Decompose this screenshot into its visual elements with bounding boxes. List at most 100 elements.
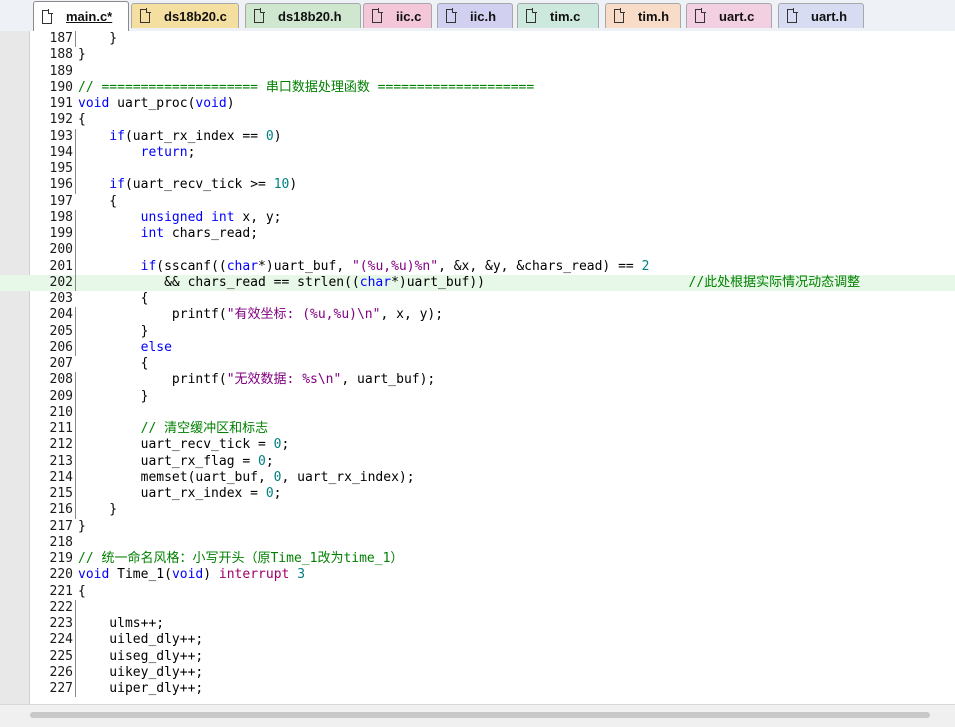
line-number: 192 <box>49 112 73 128</box>
code-text: } <box>78 519 86 535</box>
code-line[interactable]: 219 // 统一命名风格：小写开头（原Time_1改为time_1） <box>0 551 955 567</box>
line-number: 224 <box>49 632 73 648</box>
code-line[interactable]: 203 { <box>0 291 955 307</box>
code-line[interactable]: 197 { <box>0 194 955 210</box>
code-line[interactable]: 193 if(uart_rx_index == 0) <box>0 128 955 145</box>
code-line[interactable]: 225 uiseg_dly++; <box>0 648 955 665</box>
code-line[interactable]: 206 else <box>0 339 955 356</box>
code-line[interactable]: 188} <box>0 47 955 63</box>
code-line[interactable]: 226 uikey_dly++; <box>0 664 955 681</box>
code-editor[interactable]: 187 } 188} 189 190// ==================== 串… <box>0 31 955 704</box>
code-line[interactable]: 201 if(sscanf((char*)uart_buf, "(%u,%u)%… <box>0 258 955 275</box>
code-token: ) <box>289 177 298 193</box>
code-line[interactable]: 210 <box>0 404 955 421</box>
code-line[interactable]: 217} <box>0 519 955 535</box>
tab-uart-h[interactable]: uart.h <box>778 3 864 28</box>
tab-uart-c[interactable]: uart.c <box>686 3 772 28</box>
code-line[interactable]: 205 } <box>0 323 955 340</box>
code-line[interactable]: 195 <box>0 161 955 178</box>
code-line[interactable]: 218 <box>0 535 955 551</box>
line-number: 197 <box>49 193 73 209</box>
code-line[interactable]: 216 } <box>0 502 955 519</box>
code-keyword: void <box>171 567 204 583</box>
code-keyword: if <box>140 258 157 274</box>
tab-ds18b20-c[interactable]: ds18b20.c <box>131 3 239 28</box>
code-line[interactable]: 227 uiper_dly++; <box>0 681 955 698</box>
code-text: uart_rx_index = 0; <box>78 486 282 502</box>
code-line[interactable]: 209 } <box>0 388 955 405</box>
tab-tim-h[interactable]: tim.h <box>605 3 681 28</box>
code-text: { <box>78 356 149 372</box>
code-token: uart_proc( <box>109 96 196 111</box>
tab-ds18b20-h[interactable]: ds18b20.h <box>245 3 361 28</box>
code-token: , uart_rx_index); <box>281 469 415 485</box>
file-icon <box>372 8 383 23</box>
horizontal-scrollbar[interactable] <box>0 704 955 727</box>
editor-tab-bar: main.c* ds18b20.c ds18b20.h iic.c iic.h tim.c… <box>0 0 955 32</box>
code-keyword: int <box>140 226 165 241</box>
code-line[interactable]: 213 uart_rx_flag = 0; <box>0 453 955 470</box>
code-line[interactable]: 198 unsigned int x, y; <box>0 209 955 226</box>
code-token: ) <box>226 96 235 111</box>
code-text: memset(uart_buf, 0, uart_rx_index); <box>78 470 415 486</box>
line-number: 190 <box>49 79 73 95</box>
code-line[interactable]: 196 if(uart_recv_tick >= 10) <box>0 177 955 194</box>
tab-iic-c[interactable]: iic.c <box>363 3 432 28</box>
horizontal-scrollbar-thumb[interactable] <box>30 712 930 718</box>
line-number: 187 <box>49 31 73 46</box>
tab-iic-h[interactable]: iic.h <box>437 3 513 28</box>
line-number: 217 <box>49 518 73 534</box>
code-text: uart_rx_flag = 0; <box>78 454 274 470</box>
code-token: , uart_buf); <box>341 372 436 388</box>
code-line[interactable]: 191 void uart_proc(void) <box>0 96 955 112</box>
line-number: 195 <box>49 161 73 176</box>
code-line[interactable]: 211 // 清空缓冲区和标志 <box>0 421 955 438</box>
tab-main-c[interactable]: main.c* <box>33 1 129 31</box>
code-line[interactable]: 199 int chars_read; <box>0 226 955 243</box>
code-line[interactable]: 192 { <box>0 112 955 128</box>
code-token: uiseg_dly++; <box>78 648 204 664</box>
line-number: 207 <box>49 356 73 371</box>
code-line[interactable]: 187 } <box>0 31 955 48</box>
tab-label: iic.h <box>470 8 497 24</box>
code-line[interactable]: 223 ulms++; <box>0 616 955 633</box>
code-line[interactable]: 189 <box>0 64 955 80</box>
code-line[interactable]: 190 // ==================== 串口数据处理函数 ====… <box>0 80 955 96</box>
code-line[interactable]: 212 uart_recv_tick = 0; <box>0 437 955 454</box>
code-text: } <box>78 47 86 63</box>
code-line[interactable]: 220 void Time_1(void) interrupt 3 <box>0 567 955 583</box>
code-line[interactable]: 207 { <box>0 356 955 372</box>
file-icon <box>254 8 265 23</box>
code-line[interactable]: 200 <box>0 242 955 259</box>
file-icon <box>526 8 537 23</box>
line-number: 203 <box>49 291 73 306</box>
code-line[interactable]: 215 uart_rx_index = 0; <box>0 486 955 503</box>
code-token: ) <box>203 567 219 583</box>
file-icon <box>787 8 798 23</box>
fold-guide <box>75 161 81 178</box>
code-lines[interactable]: 187 } 188} 189 190// ==================== 串… <box>0 31 955 698</box>
code-line[interactable]: 221 { <box>0 584 955 600</box>
code-line[interactable]: 194 return; <box>0 144 955 161</box>
code-number: 3 <box>297 567 306 583</box>
tab-tim-c[interactable]: tim.c <box>517 3 599 28</box>
code-text: printf("无效数据: %s\n", uart_buf); <box>78 372 435 388</box>
code-text: int chars_read; <box>78 226 258 242</box>
code-text: else <box>78 340 172 356</box>
code-line[interactable]: 204 printf("有效坐标: (%u,%u)\n", x, y); <box>0 307 955 324</box>
line-number: 199 <box>49 226 73 241</box>
code-text: { <box>78 291 149 307</box>
code-line[interactable]: 214 memset(uart_buf, 0, uart_rx_index); <box>0 469 955 486</box>
code-token: ulms++; <box>78 616 165 631</box>
line-number: 191 <box>49 96 73 111</box>
code-line[interactable]: 224 uiled_dly++; <box>0 632 955 649</box>
code-line[interactable]: 208 printf("无效数据: %s\n", uart_buf); <box>0 372 955 389</box>
code-token: { <box>78 112 86 128</box>
code-line[interactable]: 222 <box>0 599 955 616</box>
code-token: *)uart_buf)) <box>391 274 689 290</box>
code-token: x, y; <box>234 209 282 225</box>
code-line[interactable]: 202 && chars_read == strlen((char*)uart_… <box>0 274 955 291</box>
